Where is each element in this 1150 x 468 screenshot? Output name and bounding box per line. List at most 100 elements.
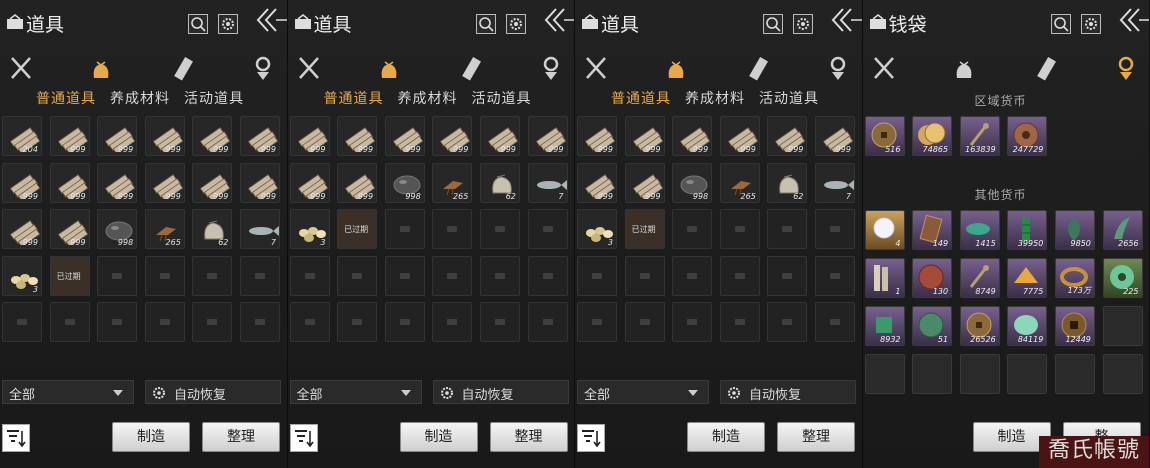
auto-restore-button[interactable]: 自动恢复 — [432, 380, 569, 404]
item-slot[interactable]: 998 — [672, 162, 713, 203]
currency-slot[interactable]: 173万 — [1054, 258, 1095, 298]
category-tab-medal[interactable] — [1113, 54, 1139, 82]
item-slot[interactable]: 999 — [240, 116, 280, 156]
currency-slot[interactable]: 8932 — [864, 306, 905, 346]
subtab-0[interactable]: 普通道具 — [611, 88, 671, 108]
subtab-1[interactable]: 养成材料 — [110, 88, 170, 108]
item-slot[interactable]: 999 — [432, 116, 473, 156]
search-button[interactable] — [475, 14, 496, 34]
item-slot[interactable]: 204 — [2, 116, 42, 156]
item-slot[interactable]: 999 — [49, 162, 90, 203]
currency-slot[interactable]: 149 — [912, 210, 953, 250]
item-slot[interactable]: 7 — [815, 162, 855, 203]
category-tab-pouch[interactable] — [376, 54, 402, 82]
currency-slot[interactable]: 26526 — [959, 306, 1000, 346]
item-slot[interactable]: 999 — [289, 162, 330, 203]
collapse-button[interactable] — [542, 6, 575, 34]
item-slot[interactable]: 999 — [144, 116, 185, 156]
currency-slot[interactable]: 1415 — [959, 210, 1000, 250]
item-slot[interactable]: 已过期 — [624, 209, 665, 249]
item-slot[interactable]: 999 — [624, 162, 665, 203]
category-tab-crossed-swords[interactable] — [583, 54, 609, 82]
currency-slot[interactable]: 163839 — [959, 116, 1000, 156]
search-button[interactable] — [763, 14, 783, 34]
search-button[interactable] — [1050, 14, 1071, 34]
auto-restore-button[interactable]: 自动恢复 — [145, 380, 281, 404]
item-slot[interactable]: 999 — [719, 116, 760, 156]
collapse-button[interactable] — [254, 6, 287, 34]
item-slot[interactable]: 999 — [384, 116, 425, 156]
category-tab-medal[interactable] — [250, 54, 276, 82]
collapse-button[interactable] — [1117, 6, 1150, 34]
filter-sort-button[interactable] — [577, 424, 605, 452]
craft-button[interactable]: 制造 — [112, 422, 190, 452]
item-slot[interactable]: 3 — [2, 255, 42, 296]
subtab-0[interactable]: 普通道具 — [36, 88, 96, 108]
currency-slot[interactable]: 12449 — [1054, 306, 1095, 346]
sort-button[interactable]: 整理 — [777, 422, 855, 452]
collapse-button[interactable] — [829, 6, 862, 34]
category-filter-dropdown[interactable]: 全部 — [2, 380, 134, 404]
item-slot[interactable]: 999 — [479, 116, 520, 156]
settings-button[interactable] — [1080, 14, 1101, 34]
subtab-1[interactable]: 养成材料 — [685, 88, 745, 108]
item-slot[interactable]: 999 — [624, 116, 665, 156]
item-slot[interactable]: 999 — [192, 162, 233, 203]
item-slot[interactable]: 999 — [2, 209, 42, 249]
currency-slot[interactable]: 1 — [864, 258, 905, 298]
category-tab-pouch[interactable] — [88, 54, 114, 82]
category-tab-scroll[interactable] — [747, 54, 773, 82]
item-slot[interactable]: 7 — [240, 209, 280, 249]
item-slot[interactable]: 已过期 — [49, 255, 90, 296]
item-slot[interactable]: 3 — [289, 209, 330, 249]
currency-slot[interactable]: 39950 — [1007, 210, 1048, 250]
category-tab-scroll[interactable] — [460, 54, 486, 82]
subtab-0[interactable]: 普通道具 — [324, 88, 384, 108]
item-slot[interactable]: 已过期 — [337, 209, 378, 249]
category-tab-crossed-swords[interactable] — [296, 54, 322, 82]
category-tab-medal[interactable] — [538, 54, 564, 82]
currency-slot[interactable]: 130 — [912, 258, 953, 298]
item-slot[interactable]: 999 — [49, 209, 90, 249]
currency-slot[interactable]: 8749 — [959, 258, 1000, 298]
item-slot[interactable]: 999 — [815, 116, 855, 156]
settings-button[interactable] — [793, 14, 813, 34]
item-slot[interactable]: 999 — [192, 116, 233, 156]
currency-slot[interactable]: 84119 — [1007, 306, 1048, 346]
category-tab-crossed-swords[interactable] — [871, 54, 897, 82]
subtab-2[interactable]: 活动道具 — [472, 88, 532, 108]
currency-slot[interactable]: 225 — [1102, 258, 1143, 298]
item-slot[interactable]: 999 — [2, 162, 42, 203]
item-slot[interactable]: 999 — [240, 162, 280, 203]
sort-button[interactable]: 整理 — [202, 422, 280, 452]
category-tab-scroll[interactable] — [172, 54, 198, 82]
item-slot[interactable]: 62 — [479, 162, 520, 203]
category-filter-dropdown[interactable]: 全部 — [289, 380, 422, 404]
item-slot[interactable]: 999 — [97, 116, 138, 156]
search-button[interactable] — [188, 14, 208, 34]
currency-slot[interactable]: 51 — [912, 306, 953, 346]
currency-slot[interactable]: 4 — [864, 210, 905, 250]
subtab-2[interactable]: 活动道具 — [759, 88, 819, 108]
item-slot[interactable]: 62 — [192, 209, 233, 249]
settings-button[interactable] — [218, 14, 238, 34]
currency-slot[interactable]: 2656 — [1102, 210, 1143, 250]
item-slot[interactable]: 999 — [49, 116, 90, 156]
settings-button[interactable] — [505, 14, 526, 34]
item-slot[interactable]: 999 — [144, 162, 185, 203]
item-slot[interactable]: 999 — [97, 162, 138, 203]
category-tab-pouch[interactable] — [663, 54, 689, 82]
craft-button[interactable]: 制造 — [399, 422, 478, 452]
category-tab-crossed-swords[interactable] — [8, 54, 34, 82]
item-slot[interactable]: 265 — [144, 209, 185, 249]
category-tab-pouch[interactable] — [951, 54, 977, 82]
item-slot[interactable]: 999 — [577, 116, 617, 156]
item-slot[interactable]: 999 — [527, 116, 568, 156]
category-filter-dropdown[interactable]: 全部 — [577, 380, 709, 404]
currency-slot[interactable]: 74865 — [912, 116, 953, 156]
currency-slot[interactable]: 247729 — [1007, 116, 1048, 156]
item-slot[interactable]: 999 — [289, 116, 330, 156]
item-slot[interactable]: 999 — [337, 116, 378, 156]
item-slot[interactable]: 999 — [337, 162, 378, 203]
item-slot[interactable]: 998 — [97, 209, 138, 249]
